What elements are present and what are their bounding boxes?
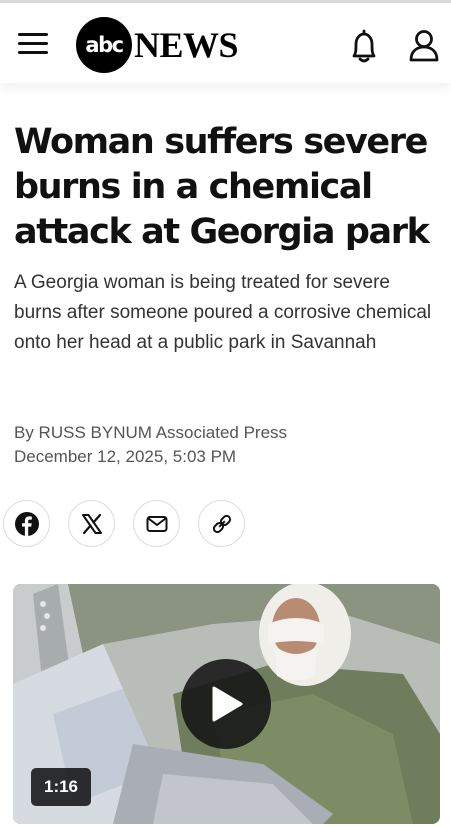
author-byline: By RUSS BYNUM Associated Press (14, 423, 288, 442)
logo-wordmark: NEWS (134, 25, 239, 65)
notifications-button[interactable] (348, 29, 380, 65)
share-email-button[interactable] (133, 500, 180, 547)
video-duration: 1:16 (31, 768, 91, 806)
article-headline: Woman suffers severe burns in a chemical… (14, 122, 430, 252)
x-icon (81, 513, 102, 534)
account-button[interactable] (408, 29, 440, 63)
link-icon (212, 514, 231, 533)
play-icon (212, 686, 243, 722)
email-icon (146, 515, 167, 532)
play-button[interactable] (181, 659, 271, 749)
menu-icon-bar (18, 33, 48, 36)
user-icon (409, 30, 439, 62)
copy-link-button[interactable] (198, 500, 245, 547)
bell-icon (352, 29, 376, 63)
share-buttons (3, 500, 263, 548)
logo-circle: abc (76, 17, 132, 73)
facebook-icon (14, 511, 39, 536)
article-subheadline: A Georgia woman is being treated for sev… (14, 272, 432, 353)
share-facebook-button[interactable] (3, 500, 50, 547)
menu-icon-bar (18, 51, 48, 54)
publish-date: December 12, 2025, 5:03 PM (14, 447, 237, 466)
share-x-button[interactable] (68, 500, 115, 547)
menu-button[interactable] (16, 30, 50, 56)
article-byline-block: By RUSS BYNUM Associated Press December … (14, 421, 434, 469)
video-player[interactable]: 1:16 (13, 584, 440, 824)
menu-icon-bar (18, 42, 48, 45)
abc-news-logo[interactable]: abc NEWS (76, 17, 239, 73)
site-header: abc NEWS (0, 3, 451, 83)
